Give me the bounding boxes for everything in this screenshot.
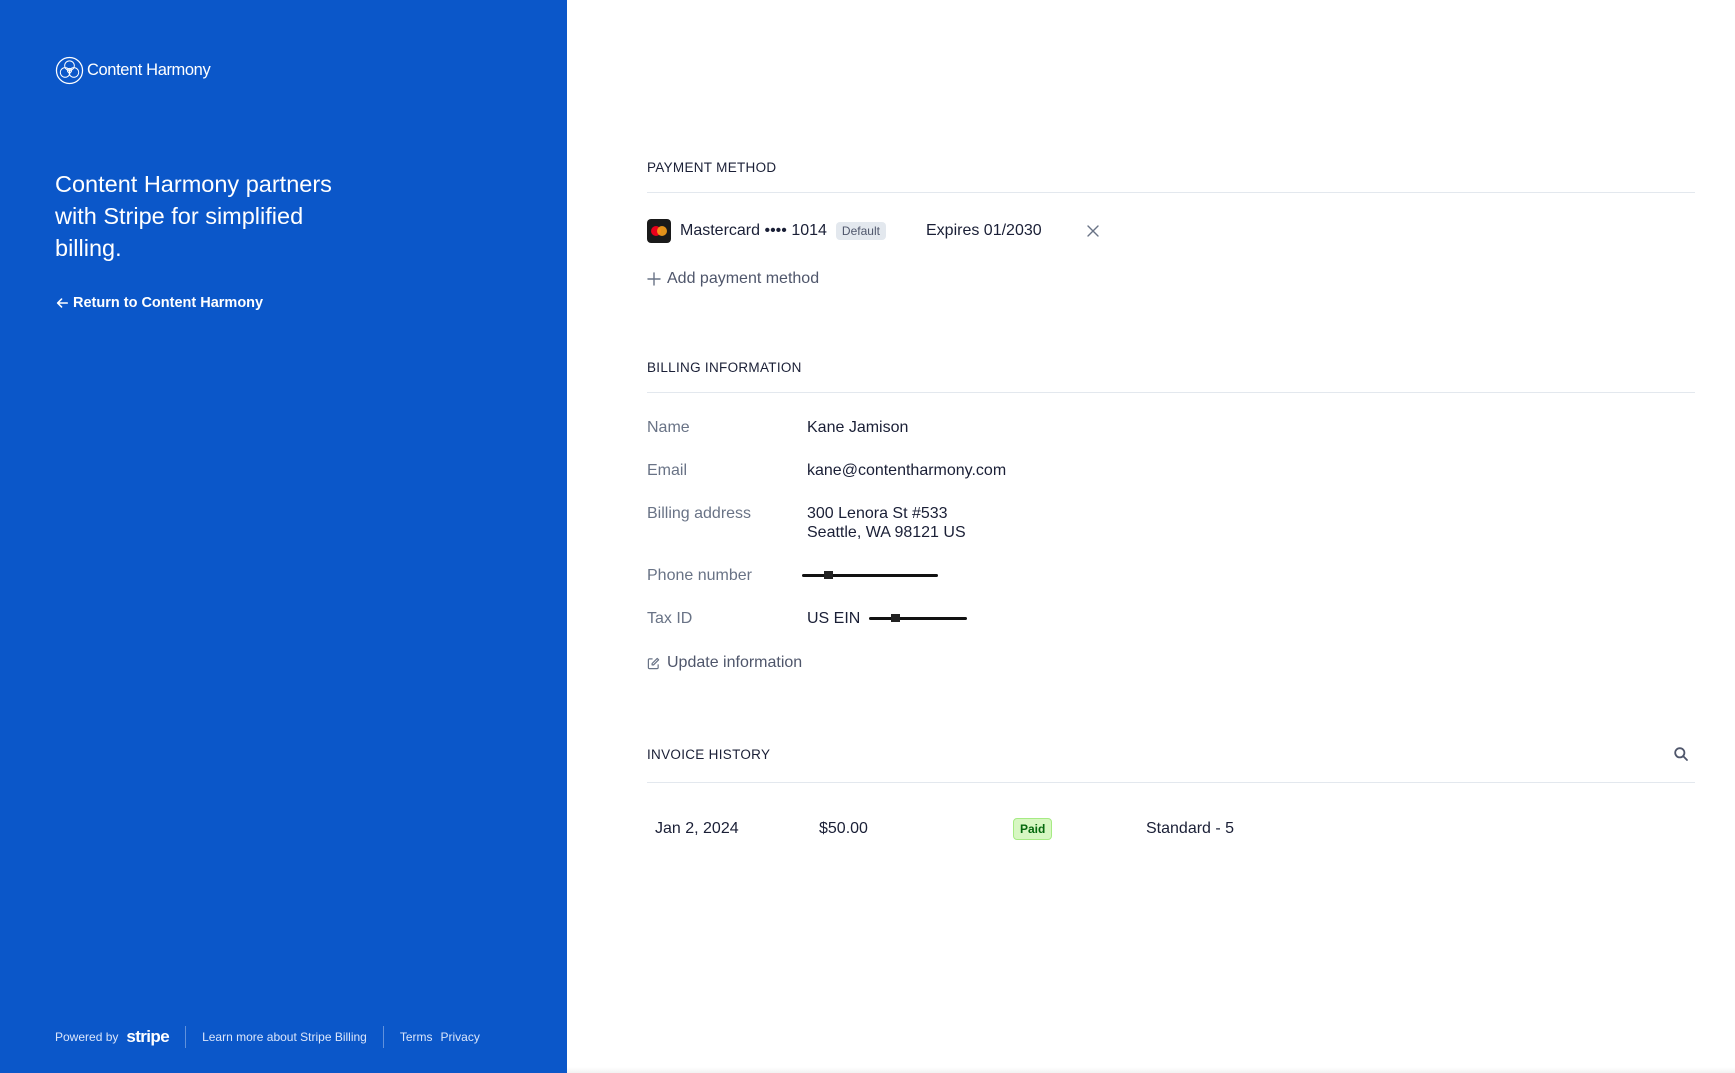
redaction-mark (868, 614, 967, 623)
page-headline: Content Harmony partners with Stripe for… (55, 171, 332, 261)
close-icon[interactable] (1084, 222, 1102, 240)
invoice-amount: $50.00 (819, 820, 868, 837)
invoice-history-title: INVOICE HISTORY (647, 747, 771, 762)
mastercard-icon (647, 219, 671, 243)
name-value: Kane Jamison (807, 419, 909, 436)
phone-number-value (802, 566, 1402, 585)
brand-name: Content Harmony (87, 61, 211, 79)
billing-address-line1: 300 Lenora St #533 (807, 505, 948, 522)
page-bottom-edge (567, 1067, 1735, 1073)
footer-divider (185, 1026, 187, 1048)
privacy-link[interactable]: Privacy (441, 1030, 480, 1044)
card-label: Mastercard •••• 1014 (680, 222, 827, 239)
billing-address-label: Billing address (647, 505, 752, 522)
invoice-plan: Standard - 5 (1146, 820, 1235, 837)
update-information-button[interactable]: Update information (647, 654, 802, 672)
tax-id-type: US EIN (807, 610, 861, 627)
add-payment-method-label: Add payment method (667, 270, 820, 287)
name-label: Name (647, 419, 690, 436)
brand-panel: Content Harmony Content Harmony partners… (0, 0, 567, 1073)
billing-information-title: BILLING INFORMATION (647, 360, 802, 375)
search-icon[interactable] (1673, 746, 1689, 762)
payment-method-item: Mastercard •••• 1014 Default (647, 219, 886, 243)
divider (647, 192, 1695, 193)
card-expiry: Expires 01/2030 (926, 222, 1042, 239)
edit-icon (647, 657, 660, 669)
powered-by-stripe[interactable]: Powered by stripe (55, 1027, 170, 1047)
return-link-label: Return to Content Harmony (73, 295, 264, 311)
footer-divider (382, 1026, 384, 1048)
default-badge: Default (835, 222, 886, 240)
divider (647, 782, 1695, 783)
invoice-status-badge: Paid (1013, 818, 1053, 840)
learn-more-link[interactable]: Learn more about Stripe Billing (202, 1030, 367, 1044)
footer: Powered by stripe Learn more about Strip… (55, 1026, 480, 1048)
powered-by-label: Powered by (55, 1030, 119, 1044)
plus-icon (647, 272, 661, 286)
tax-id-label: Tax ID (647, 610, 693, 627)
brand-logo-link[interactable]: Content Harmony (55, 56, 211, 85)
arrow-left-icon (56, 298, 69, 308)
add-payment-method-button[interactable]: Add payment method (647, 270, 819, 288)
harmony-logo-icon (55, 56, 84, 85)
payment-method-title: PAYMENT METHOD (647, 160, 777, 175)
update-information-label: Update information (667, 654, 803, 671)
invoice-date: Jan 2, 2024 (655, 820, 739, 837)
email-value: kane@contentharmony.com (807, 462, 1007, 479)
redaction-mark (802, 571, 938, 580)
return-link[interactable]: Return to Content Harmony (55, 295, 263, 311)
billing-portal: PAYMENT METHOD Mastercard •••• 1014 Defa… (567, 0, 1735, 1073)
invoice-row[interactable]: Jan 2, 2024 $50.00 Paid Standard - 5 (655, 818, 1695, 840)
billing-address-line2: Seattle, WA 98121 US (807, 524, 966, 541)
stripe-logo: stripe (126, 1027, 170, 1046)
divider (647, 392, 1695, 393)
tax-id-value: US EIN (807, 609, 1407, 628)
terms-link[interactable]: Terms (400, 1030, 433, 1044)
phone-number-label: Phone number (647, 567, 752, 584)
email-label: Email (647, 462, 688, 479)
